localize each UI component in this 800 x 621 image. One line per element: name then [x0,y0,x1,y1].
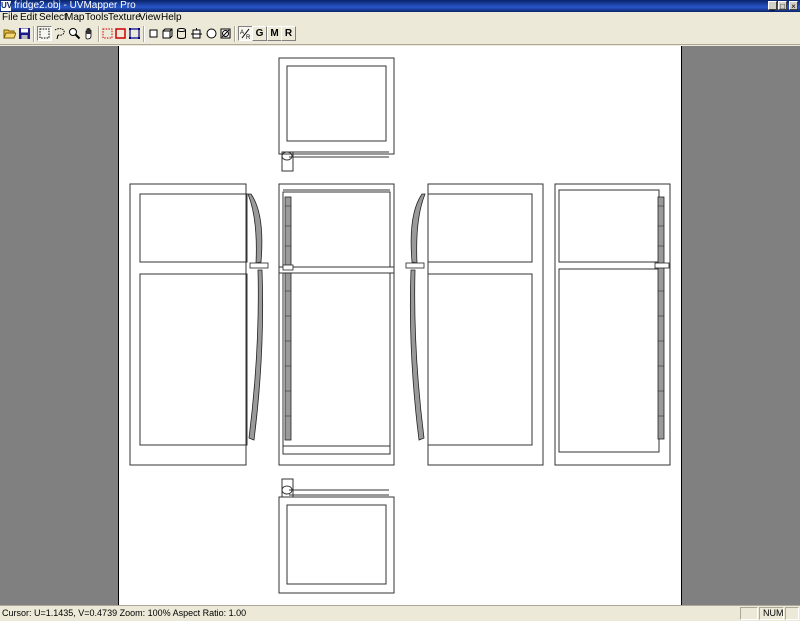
open-folder-icon[interactable] [2,26,17,41]
aspect-ratio-icon[interactable]: AR [238,26,253,41]
uv-shell-side-left-fridge [139,273,248,446]
uv-hinge-front [282,264,294,271]
map-toggle-button[interactable]: M [267,26,282,41]
uv-shell-top [278,57,395,155]
toolbar: AR G M R [0,24,800,45]
uv-shell-back-freezer [558,189,660,263]
num-lock-indicator: NUM [759,607,784,620]
cylindrical-cap-map-icon[interactable] [189,26,204,41]
menu-help[interactable]: Help [161,12,182,24]
uv-shell-top-hinge-cap [281,151,293,161]
uv-handle-front-lower [284,272,292,441]
grid-toggle-button[interactable]: G [252,26,267,41]
status-panel-empty-2 [785,607,799,620]
title-bar: UV fridge2.obj - UVMapper Pro _ □ × [0,0,800,12]
uv-handle-left-upper [247,193,263,264]
zoom-magnifier-icon[interactable] [67,26,82,41]
cylindrical-map-icon[interactable] [174,26,189,41]
menu-file[interactable]: File [2,12,18,24]
uv-shell-top-inner [286,65,387,142]
uv-handle-front-upper [284,196,292,268]
workspace [0,46,800,605]
menu-map[interactable]: Map [65,12,84,24]
menu-edit[interactable]: Edit [20,12,37,24]
maximize-button[interactable]: □ [778,1,787,11]
svg-text:A: A [240,30,244,36]
toolbar-separator [143,26,145,42]
uv-handle-right-upper [410,193,426,264]
uv-shell-bottom [278,496,395,594]
lasso-select-icon[interactable] [52,26,67,41]
uv-hinge-right [405,262,425,269]
menu-tools[interactable]: Tools [85,12,108,24]
uv-shell-front-seams [279,189,394,447]
uv-shell-side-right-freezer [427,193,533,263]
save-disk-icon[interactable] [17,26,32,41]
svg-text:R: R [246,35,251,40]
uv-shell-front-freezer [282,191,391,268]
menu-bar: File Edit Select Map Tools Texture View … [0,12,800,24]
select-faces-icon[interactable] [113,26,128,41]
spherical-map-icon[interactable] [204,26,219,41]
uv-handle-left-lower [248,269,264,441]
toolbar-separator [33,26,35,42]
cursor-status: Cursor: U=1.1435, V=0.4739 Zoom: 100% As… [2,608,247,618]
toolbar-separator [234,26,236,42]
uv-shell-front [278,183,395,466]
menu-view[interactable]: View [139,12,161,24]
uv-shell-front-fridge [282,272,391,455]
rectangle-select-icon[interactable] [37,26,52,41]
menu-texture[interactable]: Texture [108,12,141,24]
status-panel-empty [740,607,758,620]
polar-map-icon[interactable] [218,26,233,41]
minimize-button[interactable]: _ [768,1,777,11]
uv-wireframe [129,57,671,594]
uv-shell-bottom-strip [289,489,389,496]
uv-shell-side-left-freezer [139,193,248,263]
uv-shell-bottom-inner [286,504,387,585]
close-button[interactable]: × [789,1,798,11]
menu-select[interactable]: Select [39,12,67,24]
uv-handle-right-lower [409,269,425,441]
uv-hinge-left [249,262,269,269]
status-bar: Cursor: U=1.1435, V=0.4739 Zoom: 100% As… [0,605,800,621]
uv-shell-side-left [129,183,247,466]
render-toggle-button[interactable]: R [281,26,296,41]
uv-handle-back [657,196,665,440]
planar-map-icon[interactable] [146,26,161,41]
uv-shell-back [554,183,671,466]
uv-map-canvas[interactable] [118,46,682,605]
app-icon[interactable]: UV [1,1,12,11]
window-title: fridge2.obj - UVMapper Pro [14,0,136,11]
box-map-icon[interactable] [160,26,175,41]
uv-shell-side-right-fridge [427,273,533,446]
select-groups-icon[interactable] [127,26,142,41]
pan-hand-icon[interactable] [82,26,97,41]
uv-shell-side-right [427,183,544,466]
uv-shell-back-fridge [558,268,660,453]
uv-hinge-back [654,262,670,269]
uv-shell-top-hinge [281,151,294,172]
